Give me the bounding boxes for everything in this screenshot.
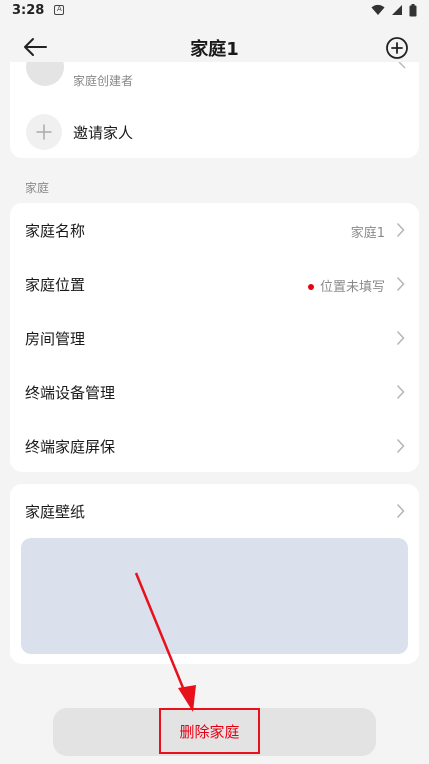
settings-row-device-management[interactable]: 终端设备管理	[10, 365, 419, 419]
settings-row-wallpaper[interactable]: 家庭壁纸	[10, 484, 419, 538]
chevron-right-icon	[396, 276, 405, 292]
invite-add-icon[interactable]	[26, 114, 62, 150]
row-label: 房间管理	[25, 330, 86, 348]
notification-icon: A	[54, 5, 65, 15]
status-icons	[371, 3, 417, 17]
unfilled-dot-icon	[307, 283, 314, 290]
row-label: 家庭壁纸	[25, 503, 86, 521]
row-value-with-dot: 位置未填写	[307, 276, 385, 295]
chevron-right-icon	[396, 384, 405, 400]
row-value: 家庭1	[350, 226, 385, 241]
chevron-right-icon	[398, 62, 406, 69]
plus-icon	[36, 124, 52, 140]
members-card: 家庭创建者 邀请家人	[10, 62, 419, 158]
row-label: 家庭名称	[25, 222, 86, 240]
settings-row-screensaver[interactable]: 终端家庭屏保	[10, 419, 419, 473]
status-bar: 3:28 A	[0, 0, 429, 20]
settings-row-family-location[interactable]: 家庭位置 位置未填写	[10, 257, 419, 311]
page-title: 家庭1	[190, 39, 239, 60]
wifi-icon	[371, 4, 385, 15]
signal-icon	[392, 5, 402, 15]
battery-icon	[409, 3, 417, 16]
settings-row-room-management[interactable]: 房间管理	[10, 311, 419, 365]
section-label: 家庭	[25, 181, 50, 195]
family-settings-card: 家庭名称 家庭1 家庭位置 位置未填写 房间管理 终端设备管理 终端家庭屏保	[10, 203, 419, 472]
wallpaper-card: 家庭壁纸	[10, 484, 419, 664]
wallpaper-preview[interactable]	[21, 538, 408, 654]
row-value: 位置未填写	[319, 280, 385, 295]
invite-family-label[interactable]: 邀请家人	[73, 122, 133, 143]
chevron-right-icon	[396, 438, 405, 454]
delete-family-label[interactable]: 删除家庭	[159, 721, 260, 742]
row-label: 终端设备管理	[25, 384, 116, 402]
status-time: 3:28	[12, 2, 45, 18]
row-label: 终端家庭屏保	[25, 438, 116, 456]
chevron-right-icon	[396, 222, 405, 238]
chevron-right-icon	[396, 503, 405, 519]
settings-row-family-name[interactable]: 家庭名称 家庭1	[10, 203, 419, 257]
add-circle-icon[interactable]	[384, 35, 410, 61]
member-role: 家庭创建者	[73, 74, 134, 88]
row-label: 家庭位置	[25, 276, 86, 294]
chevron-right-icon	[396, 330, 405, 346]
avatar[interactable]	[26, 62, 64, 86]
